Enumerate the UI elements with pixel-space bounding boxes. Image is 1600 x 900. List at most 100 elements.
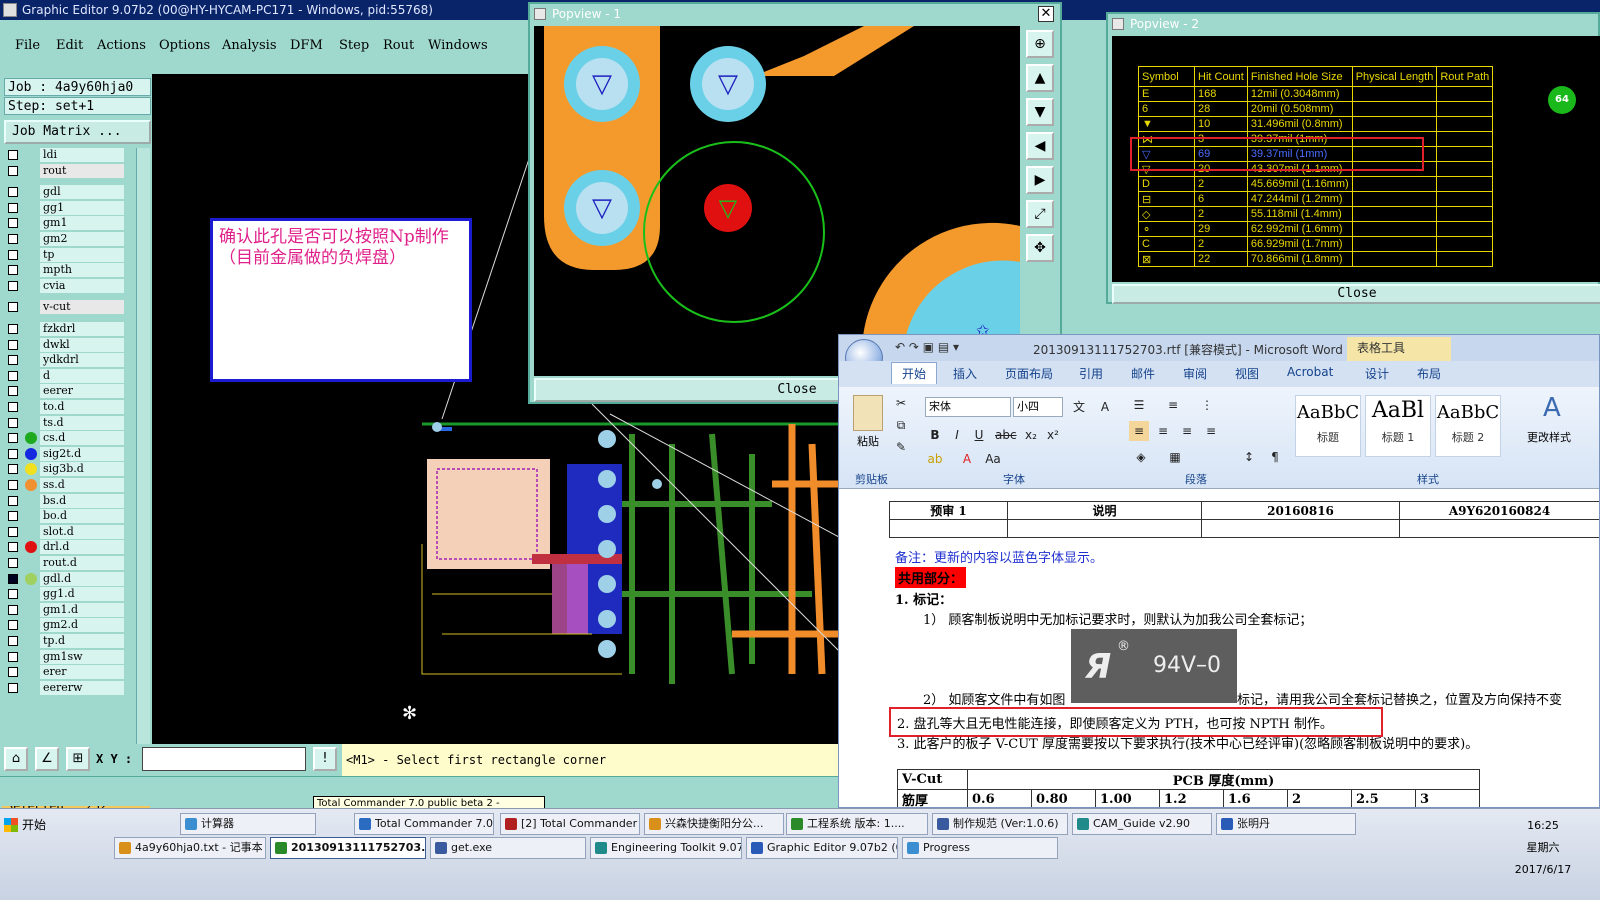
taskbar-button[interactable]: Total Commander 7.0...: [354, 813, 494, 835]
layer-checkbox[interactable]: [8, 280, 18, 291]
italic-icon[interactable]: I: [947, 425, 967, 445]
drill-row[interactable]: ▼ 10 31.496mil (0.8mm): [1138, 116, 1494, 132]
layer-row[interactable]: cs.d: [4, 431, 130, 446]
taskbar-button[interactable]: [2] Total Commander ...: [500, 813, 640, 835]
layer-checkbox[interactable]: [8, 636, 18, 646]
layer-row[interactable]: ldi: [4, 148, 130, 162]
layer-checkbox[interactable]: [8, 150, 18, 160]
borders-icon[interactable]: ▦: [1165, 447, 1185, 467]
fit-view-button[interactable]: ⤢: [1026, 200, 1054, 228]
taskbar-button[interactable]: 4a9y60hja0.txt - 记事本: [114, 837, 266, 859]
layer-row[interactable]: gm1.d: [4, 602, 130, 617]
layer-checkbox[interactable]: [8, 448, 18, 459]
layer-checkbox[interactable]: [8, 386, 18, 397]
strikethrough-icon[interactable]: abc: [995, 425, 1017, 445]
tab-page-layout[interactable]: 页面布局: [1005, 365, 1053, 382]
pan-up-button[interactable]: ▲: [1026, 64, 1054, 92]
layer-checkbox[interactable]: [8, 265, 18, 276]
popview-1-view[interactable]: ▽ ▽ ▽ ▽ ✩: [534, 26, 1020, 376]
layer-row[interactable]: bs.d: [4, 493, 130, 508]
drill-row[interactable]: E 168 12mil (0.3048mm): [1138, 86, 1494, 102]
quick-access-icons[interactable]: ↶ ↷ ▣ ▤ ▾: [895, 340, 959, 354]
tab-home[interactable]: 开始: [891, 362, 938, 384]
menu-rout[interactable]: Rout: [383, 38, 414, 53]
layer-checkbox[interactable]: [8, 324, 18, 334]
layer-checkbox[interactable]: [8, 573, 18, 584]
document-page[interactable]: 预审 1 说明 20160816 A9Y620160824 备注：更新的内容以蓝…: [839, 489, 1599, 807]
layer-row[interactable]: ts.d: [4, 415, 130, 430]
drill-row[interactable]: ◇ 2 55.118mil (1.4mm): [1138, 206, 1494, 222]
change-styles-label[interactable]: 更改样式: [1527, 429, 1571, 445]
layer-list-scrollbar[interactable]: [136, 148, 150, 796]
superscript-icon[interactable]: x²: [1043, 425, 1063, 445]
layer-checkbox[interactable]: [8, 620, 18, 631]
format-painter-icon[interactable]: ✎: [891, 437, 911, 457]
menu-analysis[interactable]: Analysis: [222, 38, 277, 53]
align-right-icon[interactable]: ≡: [1177, 421, 1197, 441]
justify-icon[interactable]: ≡: [1201, 421, 1221, 441]
tab-references[interactable]: 引用: [1079, 365, 1103, 382]
menu-dfm[interactable]: DFM: [290, 38, 323, 53]
tab-view[interactable]: 视图: [1235, 365, 1259, 382]
menu-step[interactable]: Step: [339, 38, 369, 53]
layer-checkbox[interactable]: [8, 558, 18, 568]
layer-row[interactable]: gm2: [4, 232, 130, 246]
layer-checkbox[interactable]: [8, 417, 18, 428]
drill-row[interactable]: ⊠ 22 70.866mil (1.8mm): [1138, 251, 1494, 267]
layer-row[interactable]: erer: [4, 665, 130, 680]
layer-row[interactable]: ydkdrl: [4, 353, 130, 368]
phonetic-guide-icon[interactable]: 文: [1069, 397, 1089, 417]
style-title[interactable]: AaBbC 标题: [1295, 395, 1361, 457]
layer-checkbox[interactable]: [8, 202, 18, 213]
layer-row[interactable]: dwkl: [4, 337, 130, 352]
drill-row[interactable]: D 2 45.669mil (1.16mm): [1138, 176, 1494, 192]
popview-2-close-button[interactable]: Close: [1112, 284, 1600, 304]
sort-icon[interactable]: ↕: [1239, 447, 1259, 467]
font-color-icon[interactable]: A: [957, 449, 977, 469]
layer-checkbox[interactable]: [8, 234, 18, 244]
taskbar-button[interactable]: CAM_Guide v2.90: [1072, 813, 1212, 835]
multilevel-list-icon[interactable]: ⋮: [1197, 395, 1217, 415]
numbering-icon[interactable]: ≡: [1163, 395, 1183, 415]
layer-row[interactable]: bo.d: [4, 509, 130, 524]
layer-row[interactable]: cvia: [4, 278, 130, 293]
info-button[interactable]: !: [313, 747, 337, 771]
layer-row[interactable]: eerer: [4, 384, 130, 399]
menu-actions[interactable]: Actions: [97, 38, 146, 53]
taskbar-button[interactable]: 张明丹: [1216, 813, 1356, 835]
system-clock[interactable]: 16:25 星期六 2017/6/17: [1498, 815, 1588, 881]
char-border-icon[interactable]: A: [1095, 397, 1115, 417]
layer-checkbox[interactable]: [8, 495, 18, 506]
change-case-icon[interactable]: Aa: [983, 449, 1003, 469]
layer-checkbox[interactable]: [8, 218, 18, 229]
layer-checkbox[interactable]: [8, 339, 18, 350]
layer-checkbox[interactable]: [8, 433, 18, 444]
job-matrix-button[interactable]: Job Matrix ...: [4, 120, 151, 144]
style-heading-1[interactable]: AaBl 标题 1: [1365, 395, 1431, 457]
align-center-icon[interactable]: ≡: [1153, 421, 1173, 441]
layer-row[interactable]: drl.d: [4, 540, 130, 555]
menu-windows[interactable]: Windows: [428, 38, 488, 53]
tab-insert[interactable]: 插入: [953, 365, 977, 382]
tab-design[interactable]: 设计: [1365, 365, 1389, 382]
copy-icon[interactable]: ⧉: [891, 415, 911, 435]
layer-checkbox[interactable]: [8, 682, 18, 693]
layer-row[interactable]: rout: [4, 163, 130, 178]
center-view-button[interactable]: ✥: [1026, 234, 1054, 262]
tab-acrobat[interactable]: Acrobat: [1287, 365, 1333, 379]
drill-row[interactable]: ⚬ 29 62.992mil (1.6mm): [1138, 221, 1494, 237]
paste-icon[interactable]: [853, 395, 883, 431]
tab-layout[interactable]: 布局: [1417, 365, 1441, 382]
layer-row[interactable]: gg1: [4, 200, 130, 215]
taskbar-button[interactable]: 工程系统 版本: 1....: [786, 813, 928, 835]
layer-row[interactable]: ss.d: [4, 478, 130, 492]
taskbar-button[interactable]: Progress: [902, 837, 1058, 859]
layer-row[interactable]: gm1: [4, 216, 130, 231]
taskbar-button[interactable]: 制作规范 (Ver:1.0.6): [932, 813, 1068, 835]
highlight-color-icon[interactable]: ab: [925, 449, 945, 469]
layer-row[interactable]: v-cut: [4, 300, 130, 315]
align-left-icon[interactable]: ≡: [1129, 421, 1149, 441]
layer-checkbox[interactable]: [8, 604, 18, 615]
font-size-select[interactable]: 小四: [1013, 397, 1063, 417]
layer-row[interactable]: gm2.d: [4, 618, 130, 633]
